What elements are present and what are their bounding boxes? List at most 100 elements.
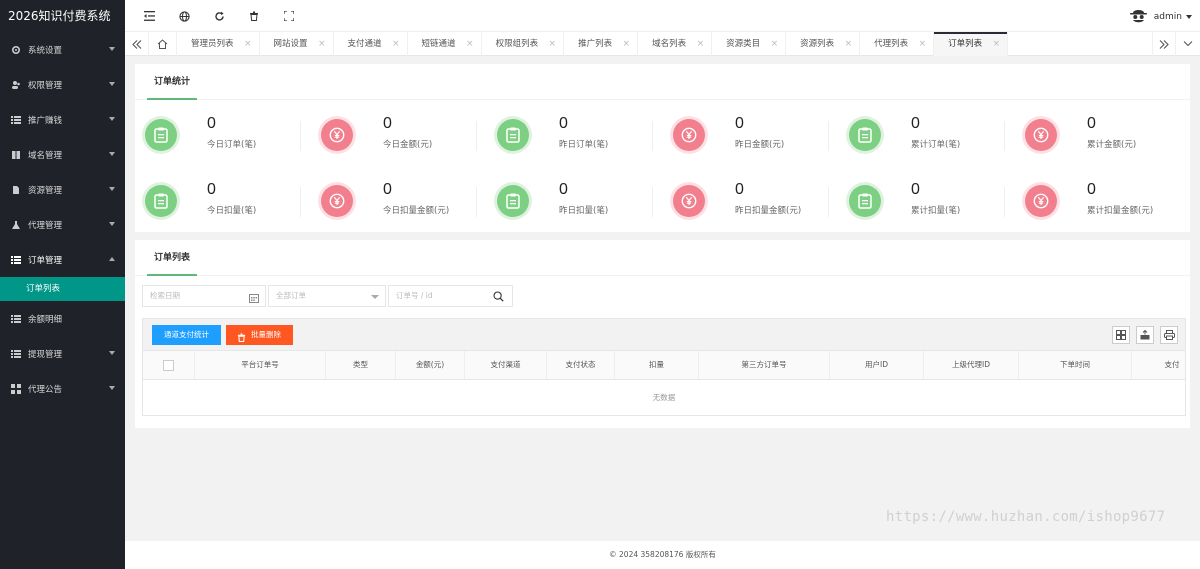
button-label: 批量删除 bbox=[251, 330, 281, 339]
channel-stats-button[interactable]: 通道支付统计 bbox=[152, 325, 221, 345]
tab-bar: 管理员列表 × 网站设置 × 支付通道 × 短链通道 × 权限组列表 × 推广列表 × 域名… bbox=[125, 32, 1200, 56]
search-date-input[interactable]: 检索日期 bbox=[142, 285, 266, 307]
search-icon[interactable] bbox=[493, 290, 504, 310]
stat-value: 0 bbox=[207, 115, 216, 132]
tab-payment-channels[interactable]: 支付通道 × bbox=[334, 32, 408, 56]
select-all-checkbox-cell[interactable] bbox=[143, 351, 195, 379]
tab-resource-categories[interactable]: 资源类目 × bbox=[712, 32, 787, 56]
menu-collapse-icon[interactable] bbox=[142, 9, 156, 23]
sidebar-item-label: 提现管理 bbox=[28, 349, 63, 360]
stat-label: 今日金额(元) bbox=[383, 140, 433, 150]
sidebar-item-label: 代理公告 bbox=[28, 384, 63, 395]
gear-icon bbox=[10, 44, 21, 55]
footer: © 2024 358208176 版权所有 bbox=[125, 541, 1200, 569]
globe-icon[interactable] bbox=[177, 9, 191, 23]
sidebar-subitem-order-list[interactable]: 订单列表 bbox=[0, 277, 125, 301]
close-icon[interactable]: × bbox=[318, 32, 326, 56]
stat-yesterday-amount: 0 昨日金额(元) bbox=[663, 115, 838, 155]
sidebar-item-resources[interactable]: 资源管理 bbox=[0, 172, 125, 207]
close-icon[interactable]: × bbox=[623, 32, 631, 56]
sidebar-item-orders[interactable]: 订单管理 bbox=[0, 242, 125, 277]
tab-promotion-list[interactable]: 推广列表 × bbox=[564, 32, 639, 56]
close-icon[interactable]: × bbox=[392, 32, 400, 56]
columns-filter-icon[interactable] bbox=[1112, 326, 1130, 344]
stat-label: 昨日订单(笔) bbox=[559, 140, 609, 150]
export-icon[interactable] bbox=[1136, 326, 1154, 344]
close-icon[interactable]: × bbox=[919, 32, 927, 56]
tab-scroll-right-icon[interactable] bbox=[1152, 32, 1176, 56]
column-header[interactable]: 用户ID bbox=[830, 351, 924, 379]
column-header[interactable]: 类型 bbox=[326, 351, 396, 379]
user-menu[interactable]: admin bbox=[1129, 8, 1192, 26]
tab-label: 短链通道 bbox=[421, 39, 456, 49]
chevron-down-icon bbox=[109, 82, 115, 86]
fullscreen-icon[interactable] bbox=[282, 9, 296, 23]
column-header[interactable]: 支付状态 bbox=[547, 351, 615, 379]
avatar bbox=[1129, 8, 1147, 26]
sidebar-item-label: 权限管理 bbox=[28, 80, 63, 91]
close-icon[interactable]: × bbox=[697, 32, 705, 56]
sidebar-item-permissions[interactable]: 权限管理 bbox=[0, 67, 125, 102]
column-header[interactable]: 支付渠道 bbox=[465, 351, 547, 379]
tab-admin-list[interactable]: 管理员列表 × bbox=[177, 32, 260, 56]
tab-permission-groups[interactable]: 权限组列表 × bbox=[482, 32, 565, 56]
tab-scroll-left-icon[interactable] bbox=[125, 32, 149, 56]
print-icon[interactable] bbox=[1160, 326, 1178, 344]
tab-resource-list[interactable]: 资源列表 × bbox=[786, 32, 861, 56]
home-icon[interactable] bbox=[149, 32, 177, 56]
column-header[interactable]: 扣量 bbox=[615, 351, 699, 379]
sidebar-item-system-settings[interactable]: 系统设置 bbox=[0, 32, 125, 67]
close-icon[interactable]: × bbox=[466, 32, 474, 56]
tab-label: 支付通道 bbox=[347, 39, 382, 49]
close-icon[interactable]: × bbox=[771, 32, 779, 56]
tab-label: 推广列表 bbox=[578, 39, 613, 49]
card-title: 订单统计 bbox=[147, 64, 198, 100]
sidebar-item-withdraw[interactable]: 提现管理 bbox=[0, 336, 125, 371]
list-icon bbox=[10, 348, 21, 359]
sidebar-item-label: 推广赚钱 bbox=[28, 115, 63, 126]
close-icon[interactable]: × bbox=[993, 32, 1001, 56]
order-no-search-input[interactable]: 订单号 / id bbox=[388, 285, 513, 307]
table-header: 平台订单号 类型 金额(元) 支付渠道 支付状态 扣量 第三方订单号 用户ID … bbox=[142, 351, 1186, 380]
chevron-down-icon bbox=[109, 152, 115, 156]
column-header[interactable]: 金额(元) bbox=[396, 351, 465, 379]
column-header[interactable]: 下单时间 bbox=[1019, 351, 1132, 379]
sidebar-item-domains[interactable]: 域名管理 bbox=[0, 137, 125, 172]
refresh-icon[interactable] bbox=[212, 9, 226, 23]
column-header[interactable]: 上级代理ID bbox=[924, 351, 1019, 379]
close-icon[interactable]: × bbox=[549, 32, 557, 56]
tab-domain-list[interactable]: 域名列表 × bbox=[638, 32, 713, 56]
yen-icon bbox=[1025, 185, 1057, 217]
yen-icon bbox=[673, 185, 705, 217]
close-icon[interactable]: × bbox=[244, 32, 252, 56]
column-header[interactable]: 平台订单号 bbox=[195, 351, 326, 379]
tab-order-list[interactable]: 订单列表 × bbox=[934, 32, 1009, 56]
stat-value: 0 bbox=[559, 181, 568, 198]
sidebar-item-promotion[interactable]: 推广赚钱 bbox=[0, 102, 125, 137]
chevron-down-icon bbox=[371, 295, 379, 299]
grid-icon bbox=[10, 383, 21, 394]
tab-menu-dropdown-icon[interactable] bbox=[1176, 32, 1200, 56]
trash-icon bbox=[237, 330, 246, 350]
column-header[interactable]: 第三方订单号 bbox=[699, 351, 830, 379]
placeholder-text: 订单号 / id bbox=[396, 291, 433, 300]
tab-agent-list[interactable]: 代理列表 × bbox=[860, 32, 935, 56]
list-icon bbox=[10, 254, 21, 265]
sidebar-item-announcements[interactable]: 代理公告 bbox=[0, 371, 125, 406]
table-empty-state: 无数据 bbox=[142, 380, 1186, 416]
stat-yesterday-orders: 0 昨日订单(笔) bbox=[487, 115, 662, 155]
tab-site-settings[interactable]: 网站设置 × bbox=[260, 32, 334, 56]
stat-total-orders: 0 累计订单(笔) bbox=[839, 115, 1014, 155]
batch-delete-button[interactable]: 批量删除 bbox=[226, 325, 293, 345]
sidebar-item-agents[interactable]: 代理管理 bbox=[0, 207, 125, 242]
trash-icon[interactable] bbox=[247, 9, 261, 23]
tab-shortlink-channels[interactable]: 短链通道 × bbox=[408, 32, 482, 56]
close-icon[interactable]: × bbox=[845, 32, 853, 56]
stat-today-orders: 0 今日订单(笔) bbox=[135, 115, 310, 155]
sidebar-item-label: 资源管理 bbox=[28, 185, 63, 196]
sidebar-item-balance[interactable]: 余额明细 bbox=[0, 301, 125, 336]
order-type-select[interactable]: 全部订单 bbox=[268, 285, 386, 307]
top-bar: admin bbox=[125, 0, 1200, 32]
column-header[interactable]: 支付 bbox=[1132, 351, 1185, 379]
select-all-checkbox[interactable] bbox=[163, 359, 174, 371]
